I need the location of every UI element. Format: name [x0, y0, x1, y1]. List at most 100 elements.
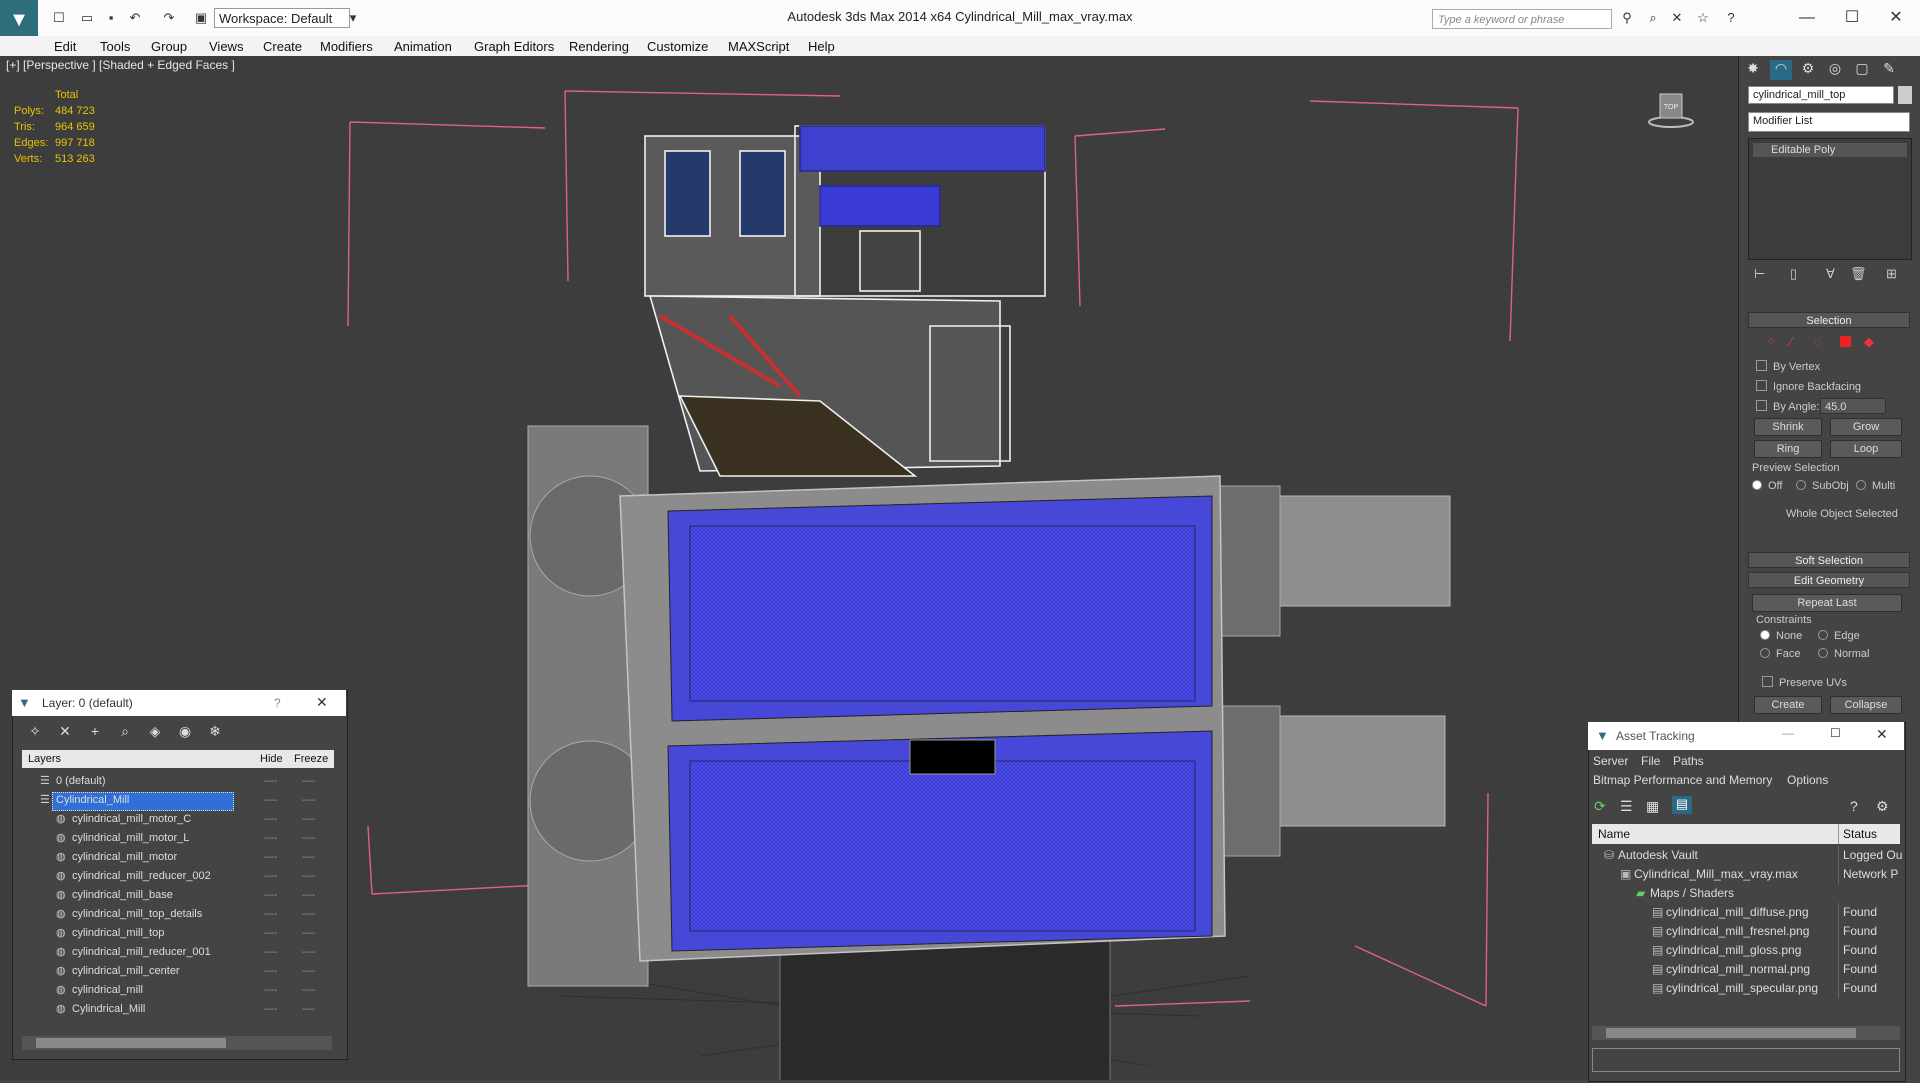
asset-row[interactable]: ▣ Cylindrical_Mill_max_vray.max Network P: [1592, 865, 1900, 884]
preview-multi-radio[interactable]: Multi: [1856, 480, 1895, 492]
modifier-stack[interactable]: Editable Poly: [1748, 138, 1912, 260]
layers-column-header[interactable]: Layers: [28, 750, 61, 768]
table-view-icon[interactable]: ▤: [1672, 796, 1692, 814]
hide-toggle[interactable]: ----: [264, 886, 277, 905]
hide-toggle[interactable]: ----: [264, 943, 277, 962]
new-file-icon[interactable]: ☐: [50, 9, 68, 27]
layer-manager-titlebar[interactable]: ▼ Layer: 0 (default) ? ✕: [12, 690, 346, 716]
freeze-toggle[interactable]: ----: [302, 772, 315, 791]
layer-row[interactable]: ☰ 0 (default) ---- ----: [22, 772, 332, 791]
open-file-icon[interactable]: ▭: [78, 9, 96, 27]
close-icon[interactable]: ✕: [1876, 726, 1888, 743]
soft-selection-rollout[interactable]: Soft Selection: [1748, 552, 1910, 568]
layer-row[interactable]: ◍ cylindrical_mill_motor ---- ----: [22, 848, 332, 867]
ignore-backfacing-checkbox[interactable]: Ignore Backfacing: [1756, 380, 1861, 393]
object-color-swatch[interactable]: [1898, 86, 1912, 104]
show-end-result-icon[interactable]: ▯: [1790, 266, 1797, 282]
layer-row[interactable]: ◍ cylindrical_mill_reducer_001 ---- ----: [22, 943, 332, 962]
viewcube-icon[interactable]: TOP: [1648, 92, 1694, 128]
layer-row[interactable]: ◍ cylindrical_mill_motor_C ---- ----: [22, 810, 332, 829]
menu-customize[interactable]: Customize: [647, 39, 708, 54]
constraint-none-radio[interactable]: None: [1760, 630, 1802, 642]
freeze-toggle[interactable]: ----: [302, 905, 315, 924]
constraint-normal-radio[interactable]: Normal: [1818, 648, 1869, 660]
layer-row[interactable]: ◍ cylindrical_mill_motor_L ---- ----: [22, 829, 332, 848]
asset-row[interactable]: ▤ cylindrical_mill_specular.png Found: [1592, 979, 1900, 998]
configure-sets-icon[interactable]: ⊞: [1886, 266, 1897, 282]
freeze-toggle[interactable]: ----: [302, 829, 315, 848]
create-button[interactable]: Create: [1754, 696, 1822, 714]
preview-subobj-radio[interactable]: SubObj: [1796, 480, 1849, 492]
freeze-toggle[interactable]: ----: [302, 791, 315, 810]
modifier-stack-item[interactable]: Editable Poly: [1753, 143, 1907, 157]
layer-row[interactable]: ◍ cylindrical_mill_center ---- ----: [22, 962, 332, 981]
element-mode-icon[interactable]: ◆: [1864, 334, 1874, 350]
layer-row[interactable]: ☰ Cylindrical_Mill ---- ----: [22, 791, 332, 811]
refresh-icon[interactable]: ⟳: [1594, 798, 1606, 815]
menu-animation[interactable]: Animation: [394, 39, 452, 54]
collapse-button[interactable]: Collapse: [1830, 696, 1902, 714]
highlight-layer-icon[interactable]: ◈: [144, 723, 166, 741]
create-layer-icon[interactable]: ✧: [24, 723, 46, 741]
redo-icon[interactable]: ↷: [160, 9, 178, 27]
preserve-uvs-checkbox[interactable]: Preserve UVs: [1762, 676, 1847, 689]
asset-row[interactable]: ▤ cylindrical_mill_fresnel.png Found: [1592, 922, 1900, 941]
selection-rollout[interactable]: Selection: [1748, 312, 1910, 328]
add-to-layer-icon[interactable]: +: [84, 723, 106, 741]
by-vertex-checkbox[interactable]: By Vertex: [1756, 360, 1820, 373]
constraint-edge-radio[interactable]: Edge: [1818, 630, 1860, 642]
freeze-toggle[interactable]: ----: [302, 962, 315, 981]
object-name-field[interactable]: cylindrical_mill_top: [1748, 86, 1894, 104]
hide-toggle[interactable]: ----: [264, 848, 277, 867]
maximize-icon[interactable]: ☐: [1830, 726, 1841, 740]
freeze-all-icon[interactable]: ❄: [204, 723, 226, 741]
pin-stack-icon[interactable]: ⊢: [1754, 266, 1765, 282]
menu-maxscript[interactable]: MAXScript: [728, 39, 789, 54]
border-mode-icon[interactable]: ◌: [1814, 334, 1822, 349]
constraint-face-radio[interactable]: Face: [1760, 648, 1800, 660]
close-icon[interactable]: ✕: [316, 694, 328, 711]
asset-menu-options[interactable]: Options: [1787, 773, 1828, 787]
select-objects-icon[interactable]: ⌕: [114, 723, 136, 741]
menu-create[interactable]: Create: [263, 39, 302, 54]
asset-menu-server[interactable]: Server: [1593, 754, 1628, 768]
make-unique-icon[interactable]: ∀: [1826, 266, 1835, 282]
menu-tools[interactable]: Tools: [100, 39, 130, 54]
loop-button[interactable]: Loop: [1830, 440, 1902, 458]
maximize-icon[interactable]: ☐: [1832, 6, 1872, 30]
hide-toggle[interactable]: ----: [264, 810, 277, 829]
exchange-icon[interactable]: ✕: [1668, 9, 1686, 27]
asset-row[interactable]: ▤ cylindrical_mill_normal.png Found: [1592, 960, 1900, 979]
hide-toggle[interactable]: ----: [264, 791, 277, 810]
help-button[interactable]: ?: [274, 696, 281, 710]
polygon-mode-icon[interactable]: [1840, 336, 1851, 347]
grow-button[interactable]: Grow: [1830, 418, 1902, 436]
modifier-list-dropdown[interactable]: Modifier List: [1748, 112, 1910, 132]
hide-toggle[interactable]: ----: [264, 1000, 277, 1019]
menu-group[interactable]: Group: [151, 39, 187, 54]
freeze-toggle[interactable]: ----: [302, 848, 315, 867]
hide-toggle[interactable]: ----: [264, 905, 277, 924]
preview-off-radio[interactable]: Off: [1752, 480, 1782, 492]
menu-modifiers[interactable]: Modifiers: [320, 39, 373, 54]
asset-row[interactable]: ▰ Maps / Shaders: [1592, 884, 1900, 903]
favorites-star-icon[interactable]: ☆: [1694, 9, 1712, 27]
hide-toggle[interactable]: ----: [264, 981, 277, 1000]
asset-horizontal-scrollbar[interactable]: [1592, 1026, 1900, 1040]
freeze-toggle[interactable]: ----: [302, 924, 315, 943]
name-column-header[interactable]: Name: [1598, 824, 1630, 844]
edge-mode-icon[interactable]: ∕: [1790, 334, 1792, 349]
app-logo-icon[interactable]: ▼: [0, 0, 38, 40]
search-input[interactable]: Type a keyword or phrase: [1432, 9, 1612, 29]
freeze-toggle[interactable]: ----: [302, 886, 315, 905]
scrollbar-thumb[interactable]: [1606, 1028, 1856, 1038]
asset-menu-paths[interactable]: Paths: [1673, 754, 1704, 768]
shrink-button[interactable]: Shrink: [1754, 418, 1822, 436]
layer-row[interactable]: ◍ cylindrical_mill_top_details ---- ----: [22, 905, 332, 924]
utilities-tab-icon[interactable]: ✎: [1878, 60, 1900, 80]
asset-help-icon[interactable]: ?: [1850, 798, 1858, 814]
asset-path-field[interactable]: [1592, 1048, 1900, 1072]
workspace-dropdown[interactable]: Workspace: Default: [214, 8, 350, 28]
layer-row[interactable]: ◍ cylindrical_mill_reducer_002 ---- ----: [22, 867, 332, 886]
repeat-last-button[interactable]: Repeat Last: [1752, 594, 1902, 612]
